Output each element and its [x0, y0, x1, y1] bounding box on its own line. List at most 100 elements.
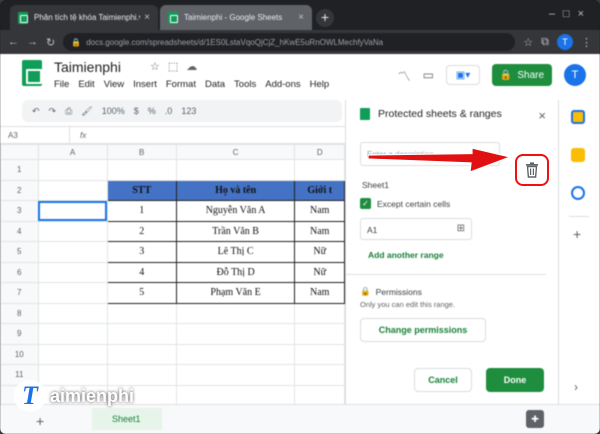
row-header[interactable]: 2 [0, 179, 39, 201]
table-row-cell[interactable]: Lê Thị C [175, 241, 296, 263]
trash-highlight[interactable] [515, 154, 549, 186]
menu-help[interactable]: Help [310, 79, 330, 90]
cell[interactable] [175, 159, 296, 181]
new-tab-button[interactable]: + [316, 9, 334, 27]
percent-icon[interactable]: % [148, 106, 156, 116]
decimal-icon[interactable]: .0 [165, 106, 173, 116]
grid-select-icon[interactable]: ⊞ [457, 223, 465, 234]
table-row-cell[interactable]: 5 [106, 282, 177, 304]
font-size-select[interactable]: 123 [181, 106, 196, 116]
row-header[interactable]: 9 [0, 323, 39, 345]
selected-cell[interactable] [37, 200, 108, 222]
cell[interactable] [106, 159, 177, 181]
cell[interactable] [294, 302, 345, 324]
delete-range-button[interactable] [515, 154, 549, 186]
table-row-cell[interactable]: Nam [294, 200, 345, 222]
menu-icon[interactable]: ⋮ [581, 36, 592, 49]
column-header[interactable]: A [37, 144, 108, 160]
row-header[interactable]: 7 [0, 282, 39, 304]
table-header-gender[interactable]: Giới t [294, 179, 345, 201]
table-row-cell[interactable]: 1 [106, 200, 177, 222]
row-header[interactable]: 8 [0, 302, 39, 324]
close-icon[interactable]: × [144, 12, 150, 23]
add-addon-icon[interactable]: + [573, 226, 581, 242]
menu-insert[interactable]: Insert [133, 79, 157, 90]
print-icon[interactable]: ⎙ [65, 106, 72, 117]
redo-icon[interactable]: ↷ [49, 106, 57, 117]
cell[interactable] [294, 159, 345, 181]
cell[interactable] [37, 282, 108, 304]
cell[interactable] [37, 159, 108, 181]
table-row-cell[interactable]: Nữ [294, 261, 345, 283]
comment-icon[interactable]: ▭ [423, 68, 434, 82]
row-header[interactable]: 10 [0, 343, 39, 365]
cell[interactable] [37, 302, 108, 324]
table-row-cell[interactable]: Phạm Văn E [175, 282, 296, 304]
cell[interactable] [37, 343, 108, 365]
table-row-cell[interactable]: Trần Văn B [175, 220, 296, 242]
change-permissions-button[interactable]: Change permissions [360, 318, 486, 342]
cell[interactable] [106, 343, 177, 365]
table-row-cell[interactable]: Đỗ Thị D [175, 261, 296, 283]
table-row-cell[interactable]: Nam [294, 220, 345, 242]
table-row-cell[interactable]: 2 [106, 220, 177, 242]
cell[interactable] [37, 220, 108, 242]
menu-view[interactable]: View [104, 79, 124, 90]
add-another-range-button[interactable]: Add another range [368, 250, 444, 260]
menu-edit[interactable]: Edit [78, 79, 94, 90]
close-icon[interactable]: × [298, 12, 304, 23]
tasks-icon[interactable] [571, 186, 585, 200]
corner-cell[interactable] [0, 144, 39, 160]
chevron-right-icon[interactable]: › [574, 380, 578, 394]
undo-icon[interactable]: ↶ [32, 106, 40, 117]
sheets-logo-icon[interactable] [22, 60, 42, 86]
table-header-name[interactable]: Họ và tên [175, 179, 296, 201]
row-header[interactable]: 5 [0, 241, 39, 263]
currency-icon[interactable]: $ [134, 106, 139, 116]
add-sheet-icon[interactable]: + [36, 413, 44, 429]
star-icon[interactable]: ☆ [523, 36, 533, 49]
back-icon[interactable]: ← [8, 36, 19, 48]
row-header[interactable]: 4 [0, 220, 39, 242]
cell[interactable] [294, 364, 345, 386]
explore-icon[interactable]: ✚ [526, 410, 544, 428]
menu-file[interactable]: File [54, 79, 69, 90]
browser-tab-2[interactable]: Taimienphi - Google Sheets × [160, 5, 312, 30]
menu-data[interactable]: Data [205, 79, 225, 90]
browser-tab-1[interactable]: Phân tích tệ khóa Taimienphi.vn × [10, 5, 158, 30]
cell[interactable] [37, 179, 108, 201]
column-header[interactable]: B [106, 144, 177, 160]
table-header-stt[interactable]: STT [106, 179, 177, 201]
table-row-cell[interactable]: 3 [106, 241, 177, 263]
menu-format[interactable]: Format [166, 79, 196, 90]
cell[interactable] [294, 384, 345, 404]
table-row-cell[interactable]: Nguyễn Văn A [175, 200, 296, 222]
cell[interactable] [37, 241, 108, 263]
cloud-icon[interactable]: ☁ [186, 61, 205, 73]
extensions-icon[interactable]: ⧉ [541, 36, 549, 49]
name-box[interactable]: A3 [0, 127, 70, 143]
profile-avatar[interactable]: T [557, 34, 573, 50]
close-icon[interactable]: × [538, 108, 546, 123]
reload-icon[interactable]: ↻ [46, 36, 55, 49]
cell[interactable] [175, 364, 296, 386]
move-icon[interactable]: ⬚ [168, 61, 186, 73]
keep-icon[interactable] [571, 148, 585, 162]
cell[interactable] [106, 323, 177, 345]
row-header[interactable]: 3 [0, 200, 39, 222]
cell[interactable] [175, 343, 296, 365]
except-cells-row[interactable]: ✓ Except certain cells [360, 198, 450, 209]
done-button[interactable]: Done [486, 368, 544, 392]
cell[interactable] [175, 302, 296, 324]
cell[interactable] [294, 343, 345, 365]
account-avatar[interactable]: T [564, 64, 586, 86]
cell[interactable] [175, 384, 296, 404]
cell[interactable] [175, 323, 296, 345]
cancel-button[interactable]: Cancel [414, 368, 472, 392]
menu-tools[interactable]: Tools [234, 79, 256, 90]
address-bar[interactable]: 🔒 docs.google.com/spreadsheets/d/1ES0Lst… [63, 33, 516, 51]
paint-format-icon[interactable]: 🖌 [81, 106, 92, 117]
column-header[interactable]: C [175, 144, 296, 160]
range-input[interactable]: A1 ⊞ [360, 218, 472, 240]
meet-button[interactable]: ▣▾ [446, 65, 480, 85]
